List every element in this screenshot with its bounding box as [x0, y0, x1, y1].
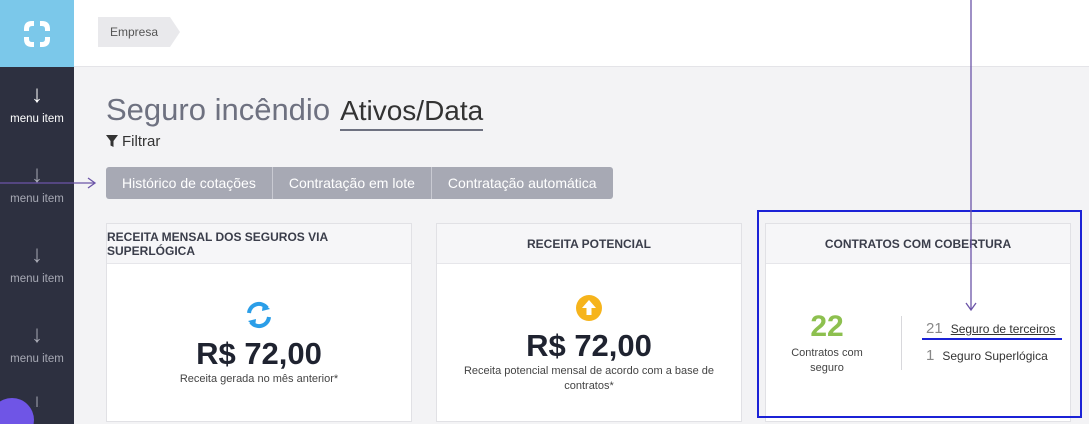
card-title: RECEITA POTENCIAL	[437, 224, 741, 264]
tab-historico-cotacoes[interactable]: Histórico de cotações	[106, 167, 273, 199]
card-receita-mensal: RECEITA MENSAL DOS SEGUROS VIA SUPERLÓGI…	[106, 223, 412, 422]
card-contratos-cobertura: CONTRATOS COM COBERTURA 22 Contratos com…	[765, 223, 1071, 422]
card-title: CONTRATOS COM COBERTURA	[766, 224, 1070, 264]
arrow-down-icon: ↓	[31, 389, 43, 408]
contratos-total: 22	[810, 310, 844, 343]
divider	[901, 316, 902, 370]
tab-contratacao-automatica[interactable]: Contratação automática	[432, 167, 613, 199]
refresh-icon	[247, 301, 271, 329]
sidebar-item-label: menu item	[10, 273, 64, 285]
app-logo[interactable]	[0, 0, 74, 67]
sidebar-item-4[interactable]: ↓ menu item	[0, 307, 74, 387]
status-date-selector[interactable]: Ativos/Data	[340, 95, 484, 131]
filter-button[interactable]: Filtrar	[106, 133, 160, 150]
sidebar-item-3[interactable]: ↓ menu item	[0, 227, 74, 307]
receita-mensal-value: R$ 72,00	[196, 336, 322, 371]
sidebar-item-label: menu item	[10, 353, 64, 365]
receita-potencial-subtitle-line1: Receita potencial mensal de acordo com a…	[463, 365, 715, 377]
sidebar-item-2[interactable]: ↓ menu item	[0, 147, 74, 227]
arrow-down-icon: ↓	[31, 81, 43, 108]
arrow-up-circle-icon	[576, 295, 602, 321]
card-receita-potencial: RECEITA POTENCIAL R$ 72,00 Receita poten…	[436, 223, 742, 422]
coverage-row-terceiros: 21 Seguro de terceiros	[926, 320, 1055, 337]
filter-label: Filtrar	[122, 133, 161, 150]
action-tabs: Histórico de cotações Contratação em lot…	[106, 167, 613, 199]
sidebar-item-label: menu item	[10, 113, 64, 125]
sidebar: ↓ menu item ↓ menu item ↓ menu item ↓ me…	[0, 0, 74, 424]
seguro-terceiros-link[interactable]: Seguro de terceiros	[951, 322, 1056, 336]
card-title: RECEITA MENSAL DOS SEGUROS VIA SUPERLÓGI…	[107, 224, 411, 264]
receita-potencial-subtitle-line2: contratos*	[564, 380, 614, 392]
arrow-down-icon: ↓	[31, 321, 43, 348]
highlight-underline	[922, 338, 1062, 340]
receita-potencial-value: R$ 72,00	[526, 328, 652, 363]
coverage-count: 21	[926, 320, 943, 337]
page-title: Seguro incêndio	[106, 92, 331, 127]
coverage-count: 1	[926, 347, 935, 364]
breadcrumb[interactable]: Empresa	[98, 17, 181, 47]
filter-icon	[106, 135, 118, 147]
contratos-total-label-line1: Contratos com	[791, 347, 863, 359]
receita-mensal-subtitle: Receita gerada no mês anterior*	[179, 373, 339, 385]
tab-contratacao-lote[interactable]: Contratação em lote	[273, 167, 432, 199]
arrow-down-icon: ↓	[31, 161, 43, 188]
sidebar-item-1[interactable]: ↓ menu item	[0, 67, 74, 147]
arrow-down-icon: ↓	[31, 241, 43, 268]
page-header: Seguro incêndio Ativos/Data	[106, 92, 484, 131]
top-bar: Empresa	[74, 0, 1089, 67]
logo-icon	[24, 20, 50, 47]
coverage-row-superlogica: 1 Seguro Superlógica	[926, 347, 1048, 364]
contratos-total-label-line2: seguro	[810, 362, 844, 374]
sidebar-item-label: menu item	[10, 193, 64, 205]
seguro-superlogica-label: Seguro Superlógica	[942, 349, 1048, 363]
